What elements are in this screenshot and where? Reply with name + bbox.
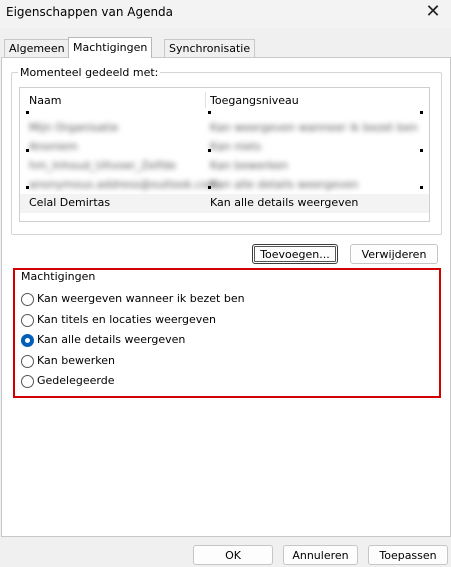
column-header-access[interactable]: Toegangsniveau <box>210 94 299 107</box>
radio-icon[interactable] <box>21 314 34 327</box>
row-name: hm_Inhoud_Uitvoer_Zelfde <box>29 159 176 172</box>
row-access: Kan weergeven wanneer ik bezet ben <box>210 121 418 134</box>
list-item-selected[interactable]: Celal Demirtas Kan alle details weergeve… <box>20 194 429 213</box>
cancel-button[interactable]: Annuleren <box>283 545 358 565</box>
column-header-name[interactable]: Naam <box>29 94 61 107</box>
radio-icon[interactable] <box>21 375 34 388</box>
row-access: Kan niets <box>210 140 262 153</box>
selection-handle <box>26 111 29 114</box>
radio-icon[interactable] <box>21 355 34 368</box>
radio-icon[interactable] <box>21 293 34 306</box>
row-access: Kan alle details weergeven <box>210 178 359 191</box>
list-item[interactable]: Anoniem Kan niets <box>20 138 429 157</box>
selection-handle <box>26 149 29 152</box>
radio-label: Kan titels en locaties weergeven <box>37 313 216 326</box>
selection-handle <box>208 186 211 189</box>
title-bar: Eigenschappen van Agenda ✕ <box>0 0 451 28</box>
radio-label: Kan bewerken <box>37 354 115 367</box>
column-separator <box>205 92 206 108</box>
tab-machtigingen[interactable]: Machtigingen <box>68 37 153 58</box>
selection-handle <box>420 149 423 152</box>
row-name: Anoniem <box>29 140 78 153</box>
row-access: Kan bewerken <box>210 159 288 172</box>
list-item[interactable]: hm_Inhoud_Uitvoer_Zelfde Kan bewerken <box>20 157 429 176</box>
selection-handle <box>420 186 423 189</box>
radio-label: Gedelegeerde <box>37 374 115 387</box>
radio-checked-icon[interactable] <box>21 334 34 347</box>
selection-handle <box>208 149 211 152</box>
apply-button[interactable]: Toepassen <box>368 545 448 565</box>
remove-button[interactable]: Verwijderen <box>350 244 438 264</box>
row-access: Kan alle details weergeven <box>210 196 359 209</box>
list-item[interactable]: Mijn Organisatie Kan weergeven wanneer i… <box>20 119 429 138</box>
add-button[interactable]: Toevoegen... <box>252 244 338 264</box>
radio-label: Kan weergeven wanneer ik bezet ben <box>37 292 245 305</box>
close-icon[interactable]: ✕ <box>421 1 445 23</box>
row-name: Celal Demirtas <box>29 196 111 209</box>
ok-button[interactable]: OK <box>193 545 273 565</box>
selection-handle <box>26 186 29 189</box>
shared-with-list[interactable]: Naam Toegangsniveau Mijn Organisatie Kan… <box>19 87 430 222</box>
tab-synchronisatie[interactable]: Synchronisatie <box>164 39 256 57</box>
tab-algemeen[interactable]: Algemeen <box>4 39 70 57</box>
selection-handle <box>420 111 423 114</box>
shared-with-legend: Momenteel gedeeld met: <box>18 66 161 79</box>
list-item[interactable]: anonymous.address@outlook.com Kan alle d… <box>20 176 429 195</box>
permissions-legend: Machtigingen <box>21 270 96 283</box>
radio-label: Kan alle details weergeven <box>37 333 186 346</box>
window-title: Eigenschappen van Agenda <box>6 5 174 19</box>
row-name: Mijn Organisatie <box>29 121 119 134</box>
row-name: anonymous.address@outlook.com <box>29 178 219 191</box>
selection-handle <box>208 111 211 114</box>
